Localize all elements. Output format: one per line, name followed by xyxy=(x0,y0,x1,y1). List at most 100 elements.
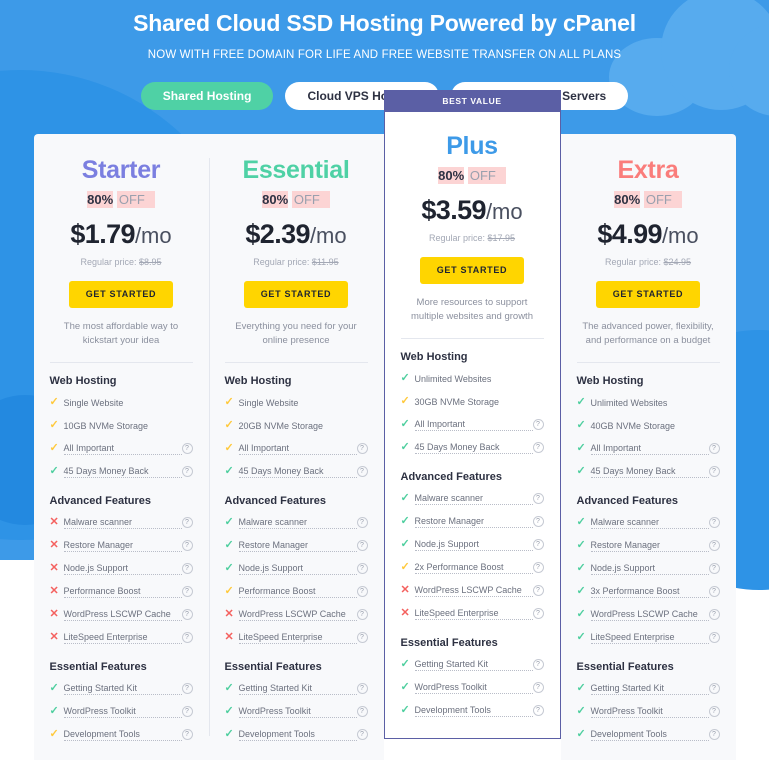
help-icon[interactable]: ? xyxy=(708,517,720,528)
feature-row: ✓ Development Tools? xyxy=(577,723,720,746)
help-icon[interactable]: ? xyxy=(708,683,720,694)
feature-label[interactable]: Node.js Support xyxy=(63,563,182,575)
help-icon[interactable]: ? xyxy=(181,729,193,740)
help-icon[interactable]: ? xyxy=(181,563,193,574)
feature-label[interactable]: Performance Boost xyxy=(63,586,182,598)
feature-label[interactable]: WordPress Toolkit xyxy=(590,706,709,718)
feature-label[interactable]: Getting Started Kit xyxy=(238,683,357,695)
help-icon[interactable]: ? xyxy=(708,632,720,643)
help-icon[interactable]: ? xyxy=(708,563,720,574)
feature-label[interactable]: Getting Started Kit xyxy=(590,683,709,695)
feature-label[interactable]: Performance Boost xyxy=(238,586,357,598)
feature-label[interactable]: WordPress Toolkit xyxy=(414,682,533,694)
help-icon[interactable]: ? xyxy=(356,586,368,597)
discount-percent: 80% xyxy=(614,191,641,208)
help-icon[interactable]: ? xyxy=(181,706,193,717)
feature-label[interactable]: LiteSpeed Enterprise xyxy=(63,632,182,644)
help-icon[interactable]: ? xyxy=(532,493,544,504)
help-icon[interactable]: ? xyxy=(532,516,544,527)
feature-label[interactable]: 45 Days Money Back xyxy=(238,466,357,478)
feature-label[interactable]: 45 Days Money Back xyxy=(590,466,709,478)
feature-label[interactable]: LiteSpeed Enterprise xyxy=(590,632,709,644)
price-amount: $1.79 xyxy=(70,219,135,249)
feature-label[interactable]: WordPress LSCWP Cache xyxy=(590,609,709,621)
get-started-button[interactable]: GET STARTED xyxy=(244,281,348,308)
help-icon[interactable]: ? xyxy=(356,517,368,528)
help-icon[interactable]: ? xyxy=(532,608,544,619)
feature-label[interactable]: Node.js Support xyxy=(414,539,533,551)
help-icon[interactable]: ? xyxy=(532,419,544,430)
feature-label[interactable]: Malware scanner xyxy=(63,517,182,529)
help-icon[interactable]: ? xyxy=(708,443,720,454)
help-icon[interactable]: ? xyxy=(356,540,368,551)
help-icon[interactable]: ? xyxy=(356,563,368,574)
feature-label[interactable]: Restore Manager xyxy=(238,540,357,552)
help-icon[interactable]: ? xyxy=(708,706,720,717)
help-icon[interactable]: ? xyxy=(181,586,193,597)
feature-label[interactable]: LiteSpeed Enterprise xyxy=(414,608,533,620)
help-icon[interactable]: ? xyxy=(708,586,720,597)
feature-label[interactable]: Restore Manager xyxy=(590,540,709,552)
help-icon[interactable]: ? xyxy=(356,729,368,740)
feature-label[interactable]: Malware scanner xyxy=(590,517,709,529)
feature-label[interactable]: 45 Days Money Back xyxy=(414,442,533,454)
help-icon[interactable]: ? xyxy=(181,683,193,694)
help-icon[interactable]: ? xyxy=(356,706,368,717)
help-icon[interactable]: ? xyxy=(181,443,193,454)
help-icon[interactable]: ? xyxy=(181,517,193,528)
help-icon[interactable]: ? xyxy=(532,585,544,596)
feature-label[interactable]: Node.js Support xyxy=(590,563,709,575)
help-icon[interactable]: ? xyxy=(532,659,544,670)
help-icon[interactable]: ? xyxy=(356,683,368,694)
tab-shared-hosting[interactable]: Shared Hosting xyxy=(140,82,274,110)
feature-label[interactable]: Development Tools xyxy=(414,705,533,717)
help-icon[interactable]: ? xyxy=(708,729,720,740)
price-block: $4.99/mo xyxy=(577,219,720,250)
feature-label[interactable]: WordPress LSCWP Cache xyxy=(63,609,182,621)
feature-label[interactable]: Development Tools xyxy=(63,729,182,741)
get-started-button[interactable]: GET STARTED xyxy=(596,281,700,308)
feature-label[interactable]: Malware scanner xyxy=(414,493,533,505)
feature-label[interactable]: WordPress LSCWP Cache xyxy=(414,585,533,597)
feature-label[interactable]: Getting Started Kit xyxy=(63,683,182,695)
feature-label[interactable]: WordPress Toolkit xyxy=(238,706,357,718)
feature-label[interactable]: Malware scanner xyxy=(238,517,357,529)
help-icon[interactable]: ? xyxy=(181,540,193,551)
get-started-button[interactable]: GET STARTED xyxy=(420,257,524,284)
help-icon[interactable]: ? xyxy=(708,609,720,620)
help-icon[interactable]: ? xyxy=(708,540,720,551)
feature-label[interactable]: All Important xyxy=(63,443,182,455)
feature-label[interactable]: All Important xyxy=(238,443,357,455)
feature-label[interactable]: WordPress Toolkit xyxy=(63,706,182,718)
help-icon[interactable]: ? xyxy=(181,632,193,643)
help-icon[interactable]: ? xyxy=(356,443,368,454)
feature-label[interactable]: 45 Days Money Back xyxy=(63,466,182,478)
help-icon[interactable]: ? xyxy=(532,562,544,573)
help-icon[interactable]: ? xyxy=(356,609,368,620)
help-icon[interactable]: ? xyxy=(532,442,544,453)
help-icon[interactable]: ? xyxy=(532,682,544,693)
feature-label[interactable]: Restore Manager xyxy=(414,516,533,528)
help-icon[interactable]: ? xyxy=(356,632,368,643)
regular-price-label: Regular price: xyxy=(428,233,488,243)
help-icon[interactable]: ? xyxy=(356,466,368,477)
feature-label[interactable]: LiteSpeed Enterprise xyxy=(238,632,357,644)
feature-label[interactable]: Node.js Support xyxy=(238,563,357,575)
help-icon[interactable]: ? xyxy=(708,466,720,477)
feature-label[interactable]: 2x Performance Boost xyxy=(414,562,533,574)
price-block: $3.59/mo xyxy=(401,195,544,226)
feature-label[interactable]: All Important xyxy=(414,419,533,431)
feature-label[interactable]: Restore Manager xyxy=(63,540,182,552)
feature-label[interactable]: Development Tools xyxy=(238,729,357,741)
help-icon[interactable]: ? xyxy=(181,609,193,620)
regular-price: Regular price: $8.95 xyxy=(50,257,193,267)
help-icon[interactable]: ? xyxy=(181,466,193,477)
help-icon[interactable]: ? xyxy=(532,705,544,716)
feature-label[interactable]: 3x Performance Boost xyxy=(590,586,709,598)
get-started-button[interactable]: GET STARTED xyxy=(69,281,173,308)
feature-label[interactable]: All Important xyxy=(590,443,709,455)
feature-label[interactable]: Getting Started Kit xyxy=(414,659,533,671)
feature-label[interactable]: Development Tools xyxy=(590,729,709,741)
help-icon[interactable]: ? xyxy=(532,539,544,550)
feature-label[interactable]: WordPress LSCWP Cache xyxy=(238,609,357,621)
